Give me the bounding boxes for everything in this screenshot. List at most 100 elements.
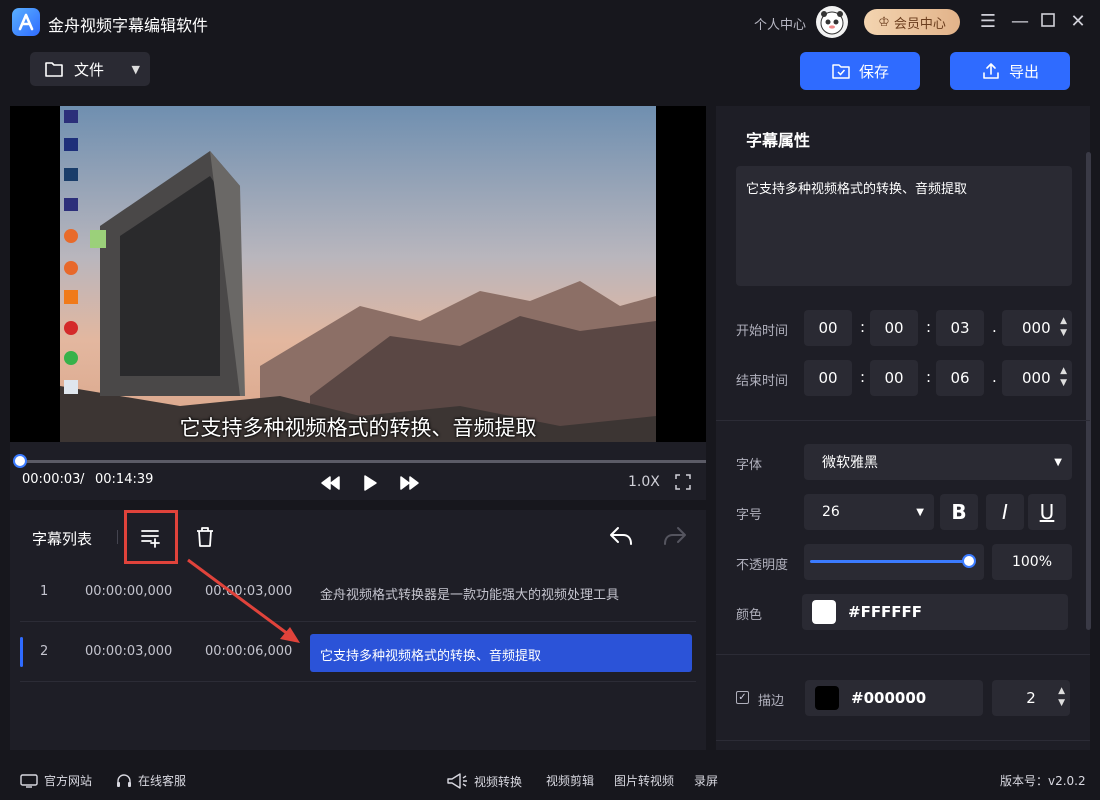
upload-icon: [983, 63, 999, 79]
video-convert-label: 视频转换: [474, 774, 523, 789]
divider: [117, 530, 118, 544]
subtitle-row-selected[interactable]: 2 00:00:03,000 00:00:06,000 它支持多种视频格式的转换…: [20, 622, 696, 682]
video-edit-link[interactable]: 视频剪辑: [546, 772, 594, 789]
stroke-swatch[interactable]: [815, 686, 839, 710]
stepper-icon[interactable]: ▲ ▼: [1060, 315, 1067, 339]
end-seconds-field[interactable]: 06: [936, 360, 984, 396]
headset-icon: [117, 773, 131, 787]
font-size-select[interactable]: 26 ▼: [804, 494, 934, 530]
section-divider: [716, 420, 1090, 421]
underline-button[interactable]: U: [1028, 494, 1066, 530]
save-button[interactable]: 保存: [800, 52, 920, 90]
online-support-label: 在线客服: [138, 774, 187, 788]
megaphone-icon: [447, 773, 467, 789]
time-separator: /: [80, 472, 85, 487]
properties-scrollbar[interactable]: [1086, 152, 1091, 630]
start-minutes-field[interactable]: 00: [870, 310, 918, 346]
fast-forward-icon[interactable]: [400, 475, 420, 495]
end-minutes-field[interactable]: 00: [870, 360, 918, 396]
caret-down-icon: ▼: [1054, 456, 1062, 468]
end-time-label: 结束时间: [736, 374, 789, 389]
stroke-width-value: 2: [1026, 689, 1036, 707]
font-value: 微软雅黑: [822, 455, 878, 471]
user-center-link[interactable]: 个人中心: [754, 14, 806, 33]
online-support-link[interactable]: 在线客服: [116, 772, 186, 789]
color-swatch[interactable]: [812, 600, 836, 624]
end-ms-value: 000: [1022, 369, 1051, 387]
font-color-value: #FFFFFF: [848, 603, 923, 621]
trash-icon[interactable]: [194, 525, 216, 553]
official-website-label: 官方网站: [44, 774, 93, 788]
close-icon[interactable]: ✕: [1068, 12, 1088, 32]
progress-track[interactable]: [18, 460, 706, 463]
stroke-width-field[interactable]: 2 ▲ ▼: [992, 680, 1070, 716]
section-divider: [716, 740, 1090, 741]
add-subtitle-icon[interactable]: [140, 526, 162, 552]
stroke-checkbox[interactable]: ✓: [736, 691, 749, 704]
file-menu-button[interactable]: 文件 ▼: [30, 52, 150, 86]
caret-down-icon: ▼: [916, 506, 924, 518]
app-title: 金舟视频字幕编辑软件: [48, 16, 209, 35]
fullscreen-icon[interactable]: [675, 474, 691, 494]
export-button[interactable]: 导出: [950, 52, 1070, 90]
version-text: 版本号：v2.0.2: [1000, 774, 1086, 788]
save-folder-icon: [832, 64, 850, 79]
start-ms-value: 000: [1022, 319, 1051, 337]
player-controls: [10, 442, 706, 500]
subtitle-text-editor[interactable]: 它支持多种视频格式的转换、音频提取: [736, 166, 1072, 286]
stepper-icon[interactable]: ▲ ▼: [1060, 365, 1067, 389]
opacity-slider-track[interactable]: [810, 560, 970, 563]
font-size-value: 26: [822, 504, 840, 520]
undo-icon[interactable]: [608, 524, 634, 552]
minimize-icon[interactable]: —: [1010, 12, 1030, 32]
time-colon: :: [926, 368, 932, 386]
selected-row-indicator: [20, 637, 23, 667]
font-color-picker[interactable]: #FFFFFF: [802, 594, 1068, 630]
font-select[interactable]: 微软雅黑 ▼: [804, 444, 1072, 480]
official-website-link[interactable]: 官方网站: [20, 772, 92, 789]
menu-icon[interactable]: ☰: [978, 12, 998, 32]
opacity-slider-thumb[interactable]: [962, 554, 976, 568]
properties-title: 字幕属性: [746, 131, 811, 150]
export-label: 导出: [1008, 62, 1039, 81]
avatar[interactable]: [816, 6, 848, 38]
play-icon[interactable]: [362, 474, 378, 496]
row-text: 金舟视频格式转换器是一款功能强大的视频处理工具: [320, 588, 620, 603]
section-divider: [716, 654, 1090, 655]
time-colon: :: [860, 368, 866, 386]
stepper-icon[interactable]: ▲ ▼: [1058, 685, 1065, 709]
end-ms-field[interactable]: 000 ▲ ▼: [1002, 360, 1072, 396]
bold-button[interactable]: B: [940, 494, 978, 530]
italic-button[interactable]: I: [986, 494, 1024, 530]
start-seconds-field[interactable]: 03: [936, 310, 984, 346]
image-to-video-label: 图片转视频: [614, 774, 675, 788]
folder-icon: [45, 62, 63, 77]
color-label: 颜色: [736, 608, 763, 623]
row-text-editing[interactable]: 它支持多种视频格式的转换、音频提取: [310, 634, 692, 672]
time-dot: .: [992, 318, 997, 336]
playback-speed[interactable]: 1.0X: [628, 474, 660, 490]
start-hours-field[interactable]: 00: [804, 310, 852, 346]
progress-thumb[interactable]: [13, 454, 27, 468]
screen-record-link[interactable]: 录屏: [694, 772, 718, 789]
vip-center-button[interactable]: ♔ 会员中心: [864, 9, 960, 35]
stroke-color-picker[interactable]: #000000: [805, 680, 983, 716]
opacity-value[interactable]: 100%: [992, 544, 1072, 580]
stroke-label: 描边: [758, 694, 785, 709]
end-hours-field[interactable]: 00: [804, 360, 852, 396]
video-convert-link[interactable]: 视频转换: [446, 772, 522, 790]
opacity-label: 不透明度: [736, 558, 789, 573]
monitor-icon: [20, 773, 38, 788]
time-dot: .: [992, 368, 997, 386]
redo-icon[interactable]: [662, 524, 688, 552]
start-ms-field[interactable]: 000 ▲ ▼: [1002, 310, 1072, 346]
image-to-video-link[interactable]: 图片转视频: [614, 772, 674, 789]
row-index: 2: [40, 644, 49, 659]
maximize-icon[interactable]: [1038, 12, 1058, 32]
rewind-icon[interactable]: [320, 475, 340, 495]
total-time: 00:14:39: [95, 472, 154, 487]
subtitle-row[interactable]: 1 00:00:00,000 00:00:03,000 金舟视频格式转换器是一款…: [20, 562, 696, 622]
save-label: 保存: [858, 62, 889, 81]
video-preview[interactable]: [60, 106, 656, 442]
time-colon: :: [926, 318, 932, 336]
